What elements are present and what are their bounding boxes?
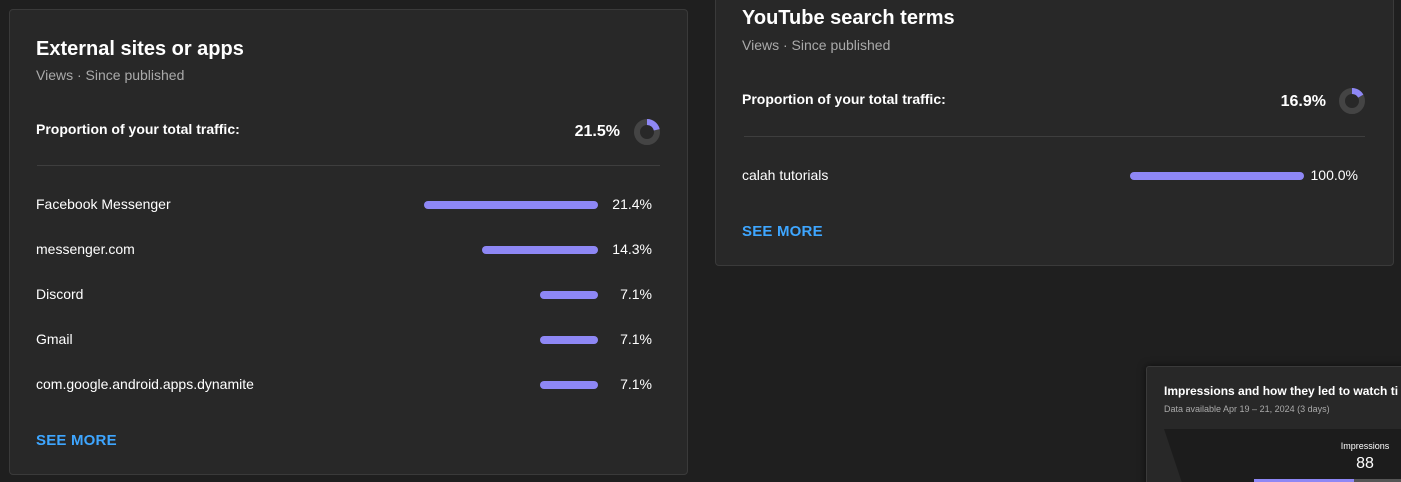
donut-share-arc — [1351, 88, 1364, 98]
row-value: 7.1% — [620, 286, 652, 302]
list-item: calah tutorials 100.0% — [716, 164, 1393, 188]
row-bar — [540, 381, 598, 389]
see-more-button[interactable]: SEE MORE — [742, 223, 823, 240]
proportion-value: 21.5% — [574, 123, 620, 140]
search-card-subtitle: Views · Since published — [742, 37, 891, 53]
list-item: Gmail 7.1% — [10, 328, 687, 352]
row-value: 21.4% — [612, 196, 652, 212]
list-item: messenger.com 14.3% — [10, 238, 687, 262]
impressions-card[interactable]: Impressions and how they led to watch ti… — [1146, 366, 1401, 482]
traffic-donut-icon — [1339, 88, 1365, 114]
row-bar — [540, 291, 598, 299]
divider — [744, 136, 1365, 137]
row-bar — [482, 246, 598, 254]
row-value: 100.0% — [1310, 167, 1358, 183]
row-label: messenger.com — [36, 241, 135, 257]
traffic-donut-icon — [634, 119, 660, 145]
row-label: calah tutorials — [742, 167, 829, 183]
external-card-title: External sites or apps — [36, 38, 244, 60]
proportion-label: Proportion of your total traffic: — [36, 121, 240, 137]
row-value: 14.3% — [612, 241, 652, 257]
row-bar — [1130, 172, 1304, 180]
row-bar — [424, 201, 598, 209]
see-more-button[interactable]: SEE MORE — [36, 432, 117, 449]
list-item: Facebook Messenger 21.4% — [10, 193, 687, 217]
impressions-label: Impressions — [1340, 441, 1390, 451]
row-label: com.google.android.apps.dynamite — [36, 376, 254, 392]
row-bar — [540, 336, 598, 344]
proportion-value: 16.9% — [1280, 93, 1326, 110]
impressions-subtitle: Data available Apr 19 – 21, 2024 (3 days… — [1164, 404, 1330, 414]
row-value: 7.1% — [620, 331, 652, 347]
list-item: Discord 7.1% — [10, 283, 687, 307]
proportion-label: Proportion of your total traffic: — [742, 91, 946, 107]
impressions-value: 88 — [1356, 455, 1374, 472]
divider — [37, 165, 660, 166]
impressions-title: Impressions and how they led to watch ti — [1164, 384, 1399, 398]
funnel-left-segment — [1164, 429, 1224, 482]
external-card-subtitle: Views · Since published — [36, 67, 185, 83]
search-terms-card: YouTube search terms Views · Since publi… — [715, 0, 1394, 266]
donut-share-arc — [646, 119, 660, 131]
row-label: Facebook Messenger — [36, 196, 171, 212]
search-card-title: YouTube search terms — [742, 7, 955, 29]
row-value: 7.1% — [620, 376, 652, 392]
row-label: Gmail — [36, 331, 73, 347]
list-item: com.google.android.apps.dynamite 7.1% — [10, 373, 687, 397]
row-label: Discord — [36, 286, 84, 302]
external-sites-card: External sites or apps Views · Since pub… — [9, 9, 688, 475]
